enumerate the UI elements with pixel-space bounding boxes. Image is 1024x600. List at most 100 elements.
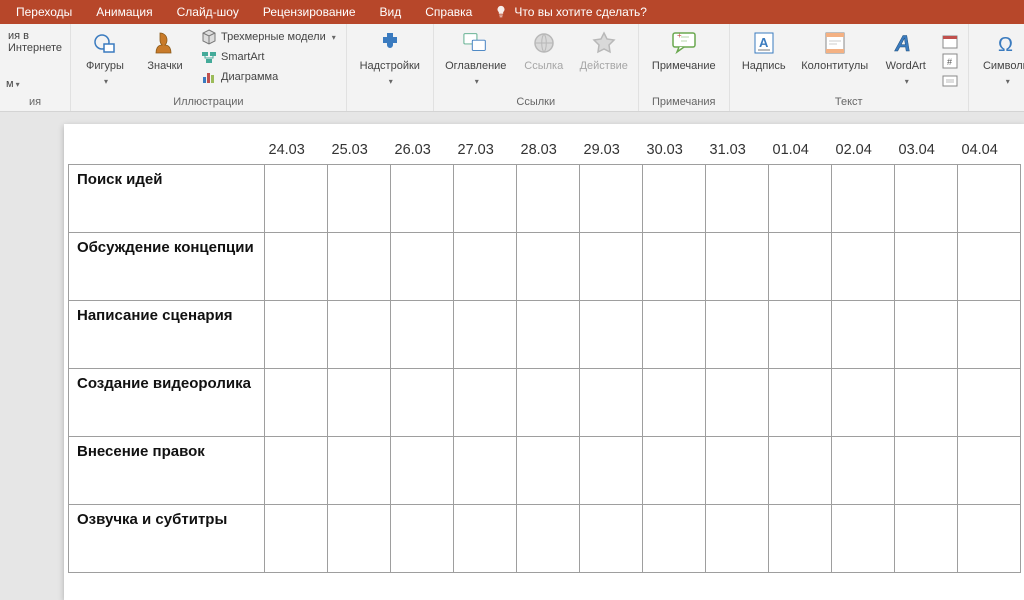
- table-row[interactable]: Поиск идей: [69, 165, 1021, 233]
- plan-cell[interactable]: [769, 233, 832, 301]
- plan-cell[interactable]: [832, 505, 895, 573]
- plan-cell[interactable]: [958, 233, 1021, 301]
- plan-cell[interactable]: [517, 301, 580, 369]
- plan-cell[interactable]: [391, 165, 454, 233]
- table-row[interactable]: Обсуждение концепции: [69, 233, 1021, 301]
- plan-cell[interactable]: [265, 369, 328, 437]
- slidenumber-button[interactable]: #: [938, 52, 962, 70]
- plan-cell[interactable]: [454, 233, 517, 301]
- addins-button[interactable]: Надстройки ▾: [353, 26, 427, 86]
- plan-cell[interactable]: [265, 437, 328, 505]
- tab-slideshow[interactable]: Слайд-шоу: [165, 0, 251, 24]
- plan-cell[interactable]: [517, 437, 580, 505]
- plan-cell[interactable]: [895, 301, 958, 369]
- plan-cell[interactable]: [832, 369, 895, 437]
- plan-cell[interactable]: [769, 437, 832, 505]
- plan-cell[interactable]: [328, 301, 391, 369]
- plan-cell[interactable]: [643, 301, 706, 369]
- plan-cell[interactable]: [895, 437, 958, 505]
- tab-help[interactable]: Справка: [413, 0, 484, 24]
- plan-cell[interactable]: [517, 505, 580, 573]
- plan-cell[interactable]: [265, 505, 328, 573]
- tab-review[interactable]: Рецензирование: [251, 0, 368, 24]
- plan-cell[interactable]: [265, 301, 328, 369]
- plan-cell[interactable]: [832, 165, 895, 233]
- plan-cell[interactable]: [643, 505, 706, 573]
- plan-cell[interactable]: [769, 165, 832, 233]
- plan-cell[interactable]: [706, 301, 769, 369]
- task-cell[interactable]: Внесение правок: [69, 437, 265, 505]
- 3dmodels-button[interactable]: Трехмерные модели▾: [197, 28, 340, 46]
- plan-cell[interactable]: [958, 369, 1021, 437]
- table-row[interactable]: Озвучка и субтитры: [69, 505, 1021, 573]
- plan-cell[interactable]: [958, 437, 1021, 505]
- plan-cell[interactable]: [454, 165, 517, 233]
- slide[interactable]: 24.03 25.03 26.03 27.03 28.03 29.03 30.0…: [64, 124, 1024, 600]
- plan-cell[interactable]: [328, 165, 391, 233]
- plan-cell[interactable]: [328, 369, 391, 437]
- action-button[interactable]: Действие: [576, 26, 632, 73]
- link-button[interactable]: Ссылка: [516, 26, 572, 73]
- plan-cell[interactable]: [832, 233, 895, 301]
- plan-cell[interactable]: [580, 369, 643, 437]
- plan-cell[interactable]: [328, 233, 391, 301]
- plan-cell[interactable]: [706, 165, 769, 233]
- tab-animation[interactable]: Анимация: [84, 0, 164, 24]
- task-cell[interactable]: Обсуждение концепции: [69, 233, 265, 301]
- plan-cell[interactable]: [769, 301, 832, 369]
- plan-cell[interactable]: [265, 233, 328, 301]
- plan-cell[interactable]: [769, 505, 832, 573]
- plan-cell[interactable]: [580, 505, 643, 573]
- plan-cell[interactable]: [706, 369, 769, 437]
- slide-canvas[interactable]: 24.03 25.03 26.03 27.03 28.03 29.03 30.0…: [0, 112, 1024, 600]
- plan-cell[interactable]: [454, 301, 517, 369]
- plan-table[interactable]: 24.03 25.03 26.03 27.03 28.03 29.03 30.0…: [68, 136, 1021, 573]
- plan-cell[interactable]: [391, 369, 454, 437]
- plan-cell[interactable]: [391, 505, 454, 573]
- datetime-button[interactable]: [938, 32, 962, 50]
- plan-cell[interactable]: [454, 505, 517, 573]
- task-cell[interactable]: Создание видеоролика: [69, 369, 265, 437]
- object-button[interactable]: [938, 72, 962, 90]
- plan-cell[interactable]: [454, 437, 517, 505]
- plan-cell[interactable]: [643, 437, 706, 505]
- plan-cell[interactable]: [643, 369, 706, 437]
- icons-button[interactable]: Значки: [137, 26, 193, 73]
- plan-cell[interactable]: [454, 369, 517, 437]
- plan-cell[interactable]: [643, 233, 706, 301]
- wordart-button[interactable]: A WordArt ▾: [878, 26, 934, 86]
- plan-cell[interactable]: [517, 369, 580, 437]
- shapes-button[interactable]: Фигуры ▾: [77, 26, 133, 86]
- plan-cell[interactable]: [643, 165, 706, 233]
- plan-cell[interactable]: [895, 233, 958, 301]
- table-row[interactable]: Создание видеоролика: [69, 369, 1021, 437]
- plan-cell[interactable]: [832, 437, 895, 505]
- plan-cell[interactable]: [328, 437, 391, 505]
- plan-cell[interactable]: [265, 165, 328, 233]
- symbols-button[interactable]: Ω Символы ▾: [975, 26, 1024, 86]
- plan-cell[interactable]: [706, 233, 769, 301]
- comment-button[interactable]: + Примечание: [645, 26, 723, 73]
- plan-cell[interactable]: [391, 437, 454, 505]
- tab-transitions[interactable]: Переходы: [4, 0, 84, 24]
- task-cell[interactable]: Написание сценария: [69, 301, 265, 369]
- plan-cell[interactable]: [895, 369, 958, 437]
- tab-view[interactable]: Вид: [368, 0, 414, 24]
- table-row[interactable]: Написание сценария: [69, 301, 1021, 369]
- online-pictures-partial[interactable]: ия в Интернете: [6, 26, 64, 58]
- headerfooter-button[interactable]: Колонтитулы: [796, 26, 874, 73]
- plan-cell[interactable]: [580, 437, 643, 505]
- plan-cell[interactable]: [580, 165, 643, 233]
- plan-cell[interactable]: [517, 165, 580, 233]
- plan-cell[interactable]: [328, 505, 391, 573]
- plan-cell[interactable]: [958, 505, 1021, 573]
- smartart-button[interactable]: SmartArt: [197, 48, 340, 66]
- partial-btn[interactable]: м▾: [6, 78, 20, 90]
- plan-cell[interactable]: [769, 369, 832, 437]
- plan-cell[interactable]: [391, 233, 454, 301]
- task-cell[interactable]: Озвучка и субтитры: [69, 505, 265, 573]
- table-row[interactable]: Внесение правок: [69, 437, 1021, 505]
- plan-cell[interactable]: [832, 301, 895, 369]
- plan-cell[interactable]: [706, 437, 769, 505]
- plan-cell[interactable]: [895, 165, 958, 233]
